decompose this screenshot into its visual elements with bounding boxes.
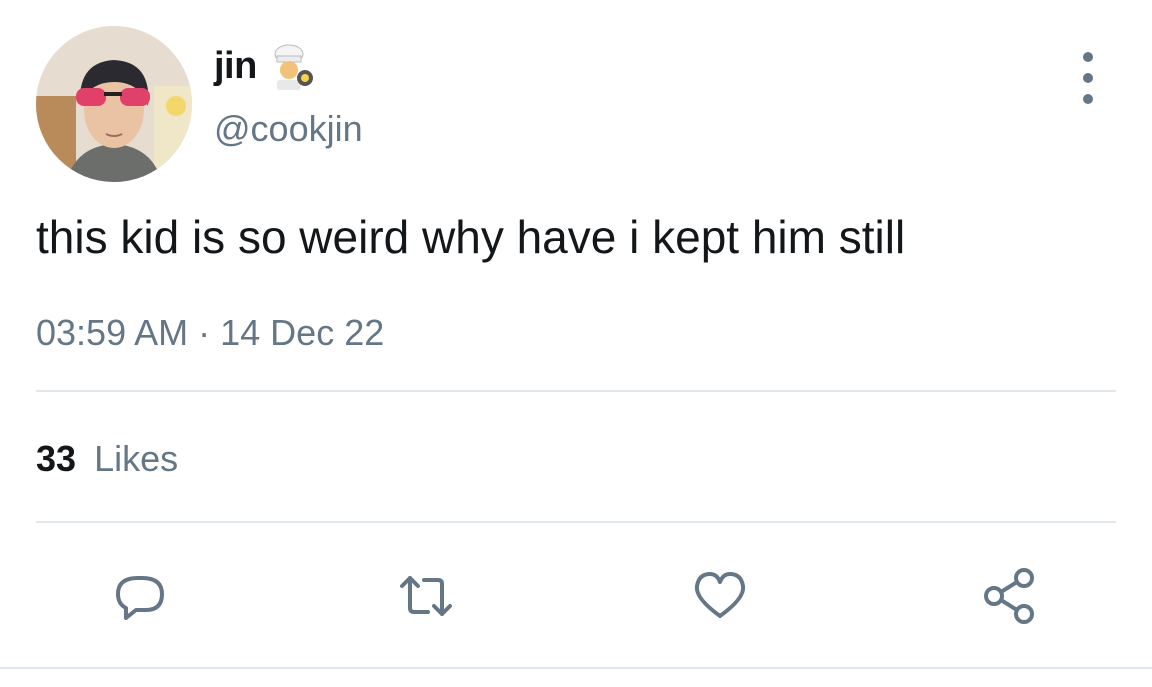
more-options-button[interactable] bbox=[1070, 52, 1106, 104]
like-button[interactable] bbox=[690, 566, 750, 626]
bottom-divider bbox=[0, 667, 1152, 669]
share-button[interactable] bbox=[980, 566, 1040, 626]
retweet-button[interactable] bbox=[396, 566, 456, 626]
author-handle[interactable]: @cookjin bbox=[214, 108, 363, 150]
likes-row[interactable]: 33 Likes bbox=[36, 438, 178, 480]
retweet-icon bbox=[400, 576, 452, 616]
more-vertical-icon bbox=[1083, 52, 1093, 62]
reply-button[interactable] bbox=[110, 566, 170, 626]
tweet-time: 03:59 AM bbox=[36, 312, 189, 353]
tweet-timestamp[interactable]: 03:59 AM · 14 Dec 22 bbox=[36, 312, 384, 354]
profile-avatar[interactable] bbox=[36, 26, 192, 182]
divider bbox=[36, 521, 1116, 523]
avatar-image bbox=[36, 26, 192, 182]
tweet-date: 14 Dec 22 bbox=[220, 312, 385, 353]
likes-label: Likes bbox=[94, 438, 179, 479]
timestamp-separator: · bbox=[198, 312, 211, 353]
tweet-text: this kid is so weird why have i kept him… bbox=[36, 211, 906, 263]
author-display-name[interactable]: jin bbox=[214, 45, 257, 88]
reply-icon bbox=[116, 576, 164, 620]
more-vertical-icon-dot bbox=[1083, 73, 1093, 83]
more-vertical-icon-dot bbox=[1083, 94, 1093, 104]
cook-emoji-icon bbox=[269, 42, 317, 90]
author-name-row[interactable]: jin bbox=[214, 42, 317, 90]
divider bbox=[36, 390, 1116, 392]
share-icon bbox=[984, 568, 1034, 624]
heart-icon bbox=[694, 572, 746, 618]
likes-count: 33 bbox=[36, 438, 77, 479]
